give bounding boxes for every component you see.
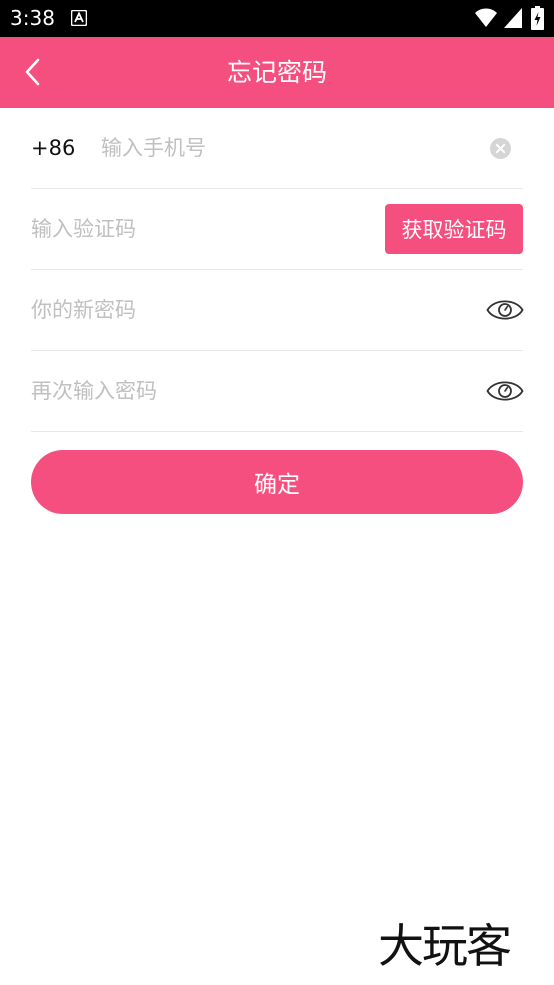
verification-code-input[interactable] xyxy=(31,207,371,251)
new-password-input[interactable] xyxy=(31,288,471,332)
confirm-password-input[interactable] xyxy=(31,369,471,413)
page-title: 忘记密码 xyxy=(226,58,327,87)
accessibility-notification-icon xyxy=(71,10,87,26)
back-button[interactable] xyxy=(16,52,52,92)
status-bar: 3:38 xyxy=(0,0,554,37)
get-code-button[interactable]: 获取验证码 xyxy=(385,204,523,254)
eye-icon[interactable] xyxy=(486,378,524,404)
new-password-row xyxy=(31,270,524,351)
app-header: 忘记密码 xyxy=(0,37,554,108)
country-code[interactable]: +86 xyxy=(31,108,75,188)
status-time: 3:38 xyxy=(10,6,55,30)
wifi-icon xyxy=(475,8,497,27)
eye-icon[interactable] xyxy=(486,297,524,323)
watermark-logo: 大玩客 xyxy=(378,919,512,973)
battery-icon xyxy=(531,6,544,30)
confirm-button[interactable]: 确定 xyxy=(31,450,523,514)
phone-row: +86 xyxy=(31,108,523,189)
verification-code-row: 获取验证码 xyxy=(31,189,523,270)
back-arrow-icon xyxy=(25,58,40,86)
phone-input[interactable] xyxy=(101,126,481,170)
clear-icon[interactable] xyxy=(490,138,511,159)
signal-icon xyxy=(504,8,522,28)
confirm-password-row xyxy=(31,351,524,432)
